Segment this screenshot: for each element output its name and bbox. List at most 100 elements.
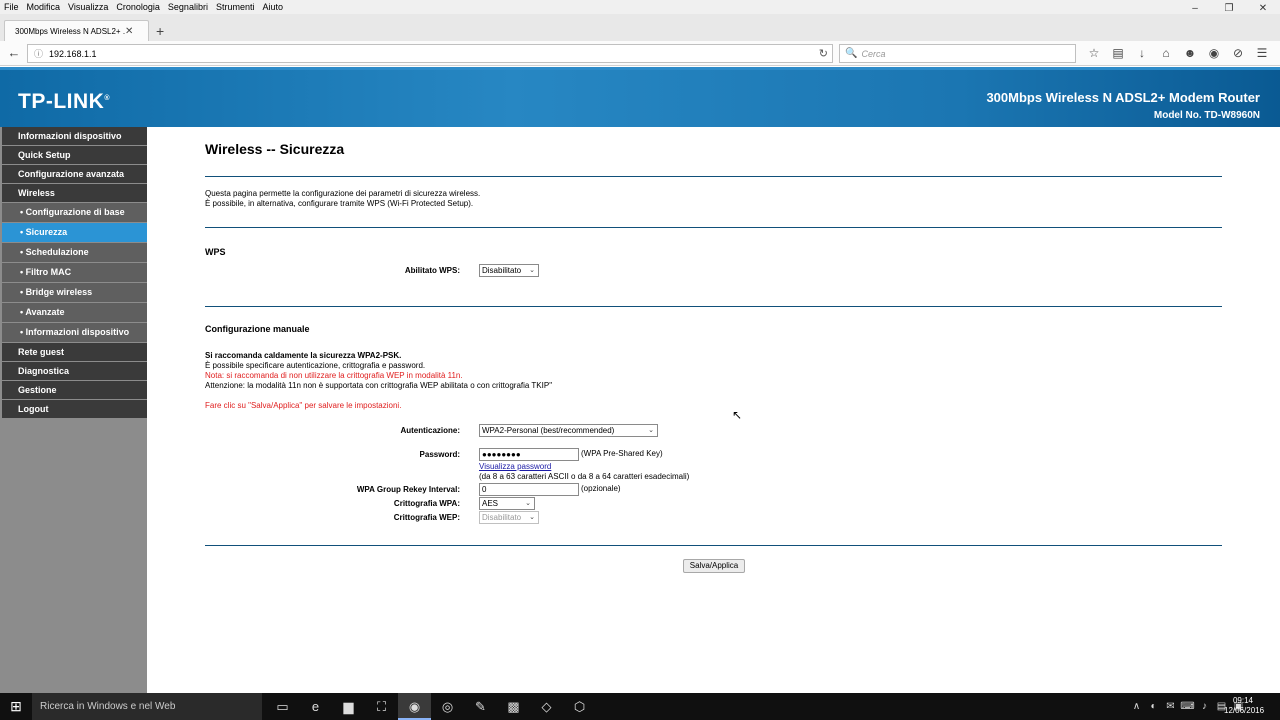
wpa-encryption-select[interactable]: AES ⌄ xyxy=(479,497,535,510)
wps-select[interactable]: Disabilitato ⌄ xyxy=(479,264,539,277)
toolbar-icons: ☆ ▤ ↓ ⌂ ☻ ◉ ⊘ ☰ xyxy=(1082,45,1274,61)
tray-expand-icon[interactable]: ∧ xyxy=(1128,693,1145,720)
bookmark-star-icon[interactable]: ☆ xyxy=(1082,45,1106,61)
back-arrow-icon[interactable]: ← xyxy=(6,45,22,61)
wep-warning-note: Nota: si raccomanda di non utilizzare la… xyxy=(205,371,463,380)
address-bar[interactable]: ⓘ 192.168.1.1 ↻ xyxy=(27,44,833,63)
app-icon-10[interactable]: ⬡ xyxy=(563,693,596,720)
notepad-icon[interactable]: ✎ xyxy=(464,693,497,720)
menu-file[interactable]: File xyxy=(0,2,23,12)
reload-icon[interactable]: ↻ xyxy=(819,47,828,60)
tab-title: 300Mbps Wireless N ADSL2+ ... xyxy=(15,26,125,36)
home-icon[interactable]: ⌂ xyxy=(1154,45,1178,61)
sidebar-item-sicurezza[interactable]: • Sicurezza xyxy=(2,223,147,243)
authentication-select[interactable]: WPA2-Personal (best/recommended) ⌄ xyxy=(479,424,658,437)
password-length-hint: (da 8 a 63 caratteri ASCII o da 8 a 64 c… xyxy=(479,472,690,481)
firefox-icon[interactable]: ◉ xyxy=(398,693,431,720)
sidebar-item-avanzate[interactable]: • Avanzate xyxy=(2,303,147,323)
file-explorer-icon[interactable]: ▆ xyxy=(332,693,365,720)
hamburger-menu-icon[interactable]: ☰ xyxy=(1250,45,1274,61)
sidebar-item-configurazione-avanzata[interactable]: Configurazione avanzata xyxy=(2,165,147,184)
addon-icon[interactable]: ◉ xyxy=(1202,45,1226,61)
taskbar-search-box[interactable]: Ricerca in Windows e nel Web xyxy=(32,693,262,720)
page-title: Wireless -- Sicurezza xyxy=(205,141,345,157)
wep-encryption-label: Crittografia WEP: xyxy=(393,513,460,522)
tp-link-logo: TP-LINK® xyxy=(18,90,110,113)
store-icon[interactable]: ⛶ xyxy=(365,693,398,720)
new-tab-icon[interactable]: + xyxy=(156,23,164,39)
taskbar-apps: ▭ e ▆ ⛶ ◉ ◎ ✎ ▩ ◇ ⬡ xyxy=(266,693,596,720)
sidebar-item-info-dispositivo-wireless[interactable]: • Informazioni dispositivo xyxy=(2,323,147,343)
block-icon[interactable]: ⊘ xyxy=(1226,45,1250,61)
menu-aiuto[interactable]: Aiuto xyxy=(258,2,287,12)
menu-modifica[interactable]: Modifica xyxy=(23,2,65,12)
password-field[interactable]: ●●●●●●●● xyxy=(479,448,579,461)
menu-visualizza[interactable]: Visualizza xyxy=(64,2,112,12)
task-view-icon[interactable]: ▭ xyxy=(266,693,299,720)
sidebar-item-configurazione-di-base[interactable]: • Configurazione di base xyxy=(2,203,147,223)
app-icon-9[interactable]: ◇ xyxy=(530,693,563,720)
chevron-down-icon: ⌄ xyxy=(529,267,535,274)
chrome-icon[interactable]: ◎ xyxy=(431,693,464,720)
recommendation-bold: Si raccomanda caldamente la sicurezza WP… xyxy=(205,351,402,360)
password-note: (WPA Pre-Shared Key) xyxy=(581,449,663,458)
wep-encryption-value: Disabilitato xyxy=(482,513,522,522)
sidebar-item-wireless[interactable]: Wireless xyxy=(2,184,147,203)
tab-close-icon[interactable]: ✕ xyxy=(125,26,133,37)
sidebar-item-informazioni-dispositivo[interactable]: Informazioni dispositivo xyxy=(2,127,147,146)
divider xyxy=(205,227,1222,228)
recommendation-line-4: Attenzione: la modalità 11n non è suppor… xyxy=(205,381,553,390)
browser-tab[interactable]: 300Mbps Wireless N ADSL2+ ... ✕ xyxy=(4,20,149,41)
windows-start-icon[interactable]: ⊞ xyxy=(0,693,32,720)
router-page: TP-LINK® 300Mbps Wireless N ADSL2+ Modem… xyxy=(0,67,1280,693)
keyboard-icon[interactable]: ⌨ xyxy=(1179,693,1196,720)
sidebar-item-rete-guest[interactable]: Rete guest xyxy=(2,343,147,362)
tab-strip: 300Mbps Wireless N ADSL2+ ... ✕ + xyxy=(0,14,1280,41)
smiley-icon[interactable]: ☻ xyxy=(1178,45,1202,61)
show-password-link[interactable]: Visualizza password xyxy=(479,462,551,471)
sidebar-item-gestione[interactable]: Gestione xyxy=(2,381,147,400)
chevron-down-icon: ⌄ xyxy=(648,427,654,434)
manual-config-heading: Configurazione manuale xyxy=(205,324,310,334)
authentication-value: WPA2-Personal (best/recommended) xyxy=(482,426,615,435)
reading-list-icon[interactable]: ▤ xyxy=(1106,45,1130,61)
product-name: 300Mbps Wireless N ADSL2+ Modem Router xyxy=(986,90,1260,105)
description-line-1: Questa pagina permette la configurazione… xyxy=(205,189,481,198)
chevron-down-icon: ⌄ xyxy=(529,514,535,521)
save-apply-button[interactable]: Salva/Applica xyxy=(683,559,745,573)
sidebar-item-quick-setup[interactable]: Quick Setup xyxy=(2,146,147,165)
sidebar-item-schedulazione[interactable]: • Schedulazione xyxy=(2,243,147,263)
download-icon[interactable]: ↓ xyxy=(1130,45,1154,61)
media-app-icon[interactable]: ▩ xyxy=(497,693,530,720)
wpa-encryption-label: Crittografia WPA: xyxy=(393,499,460,508)
rekey-interval-field[interactable]: 0 xyxy=(479,483,579,496)
navigation-bar: ← ⓘ 192.168.1.1 ↻ 🔍 Cerca ☆ ▤ ↓ ⌂ ☻ ◉ ⊘ … xyxy=(0,41,1280,66)
clock-time: 09:14 xyxy=(1232,696,1254,705)
search-input[interactable]: 🔍 Cerca xyxy=(839,44,1076,63)
sidebar-item-diagnostica[interactable]: Diagnostica xyxy=(2,362,147,381)
search-icon: 🔍 xyxy=(845,48,858,59)
divider xyxy=(205,176,1222,177)
clock-date: 12/06/2016 xyxy=(1224,706,1265,715)
sidebar-item-logout[interactable]: Logout xyxy=(2,400,147,419)
router-sidebar: Informazioni dispositivo Quick Setup Con… xyxy=(0,127,147,693)
url-text[interactable]: 192.168.1.1 xyxy=(49,49,97,59)
info-icon[interactable]: ⓘ xyxy=(34,47,43,60)
menu-strumenti[interactable]: Strumenti xyxy=(212,2,259,12)
wps-label: Abilitato WPS: xyxy=(404,266,460,275)
tray-app-icon[interactable]: ◐ xyxy=(1145,693,1162,720)
taskbar-clock[interactable]: 09:14 12/06/2016 xyxy=(1224,696,1265,716)
mouse-cursor-icon: ↖ xyxy=(732,408,743,422)
sidebar-item-bridge-wireless[interactable]: • Bridge wireless xyxy=(2,283,147,303)
menu-segnalibri[interactable]: Segnalibri xyxy=(164,2,212,12)
sidebar-item-filtro-mac[interactable]: • Filtro MAC xyxy=(2,263,147,283)
chevron-down-icon: ⌄ xyxy=(525,500,531,507)
edge-icon[interactable]: e xyxy=(299,693,332,720)
menu-cronologia[interactable]: Cronologia xyxy=(112,2,164,12)
recommendation-line-2: È possibile specificare autenticazione, … xyxy=(205,361,426,370)
divider xyxy=(205,306,1222,307)
router-header: TP-LINK® 300Mbps Wireless N ADSL2+ Modem… xyxy=(0,67,1280,127)
volume-icon[interactable]: ♪ xyxy=(1196,693,1213,720)
search-placeholder: Cerca xyxy=(861,48,886,59)
tray-mail-icon[interactable]: ✉ xyxy=(1162,693,1179,720)
